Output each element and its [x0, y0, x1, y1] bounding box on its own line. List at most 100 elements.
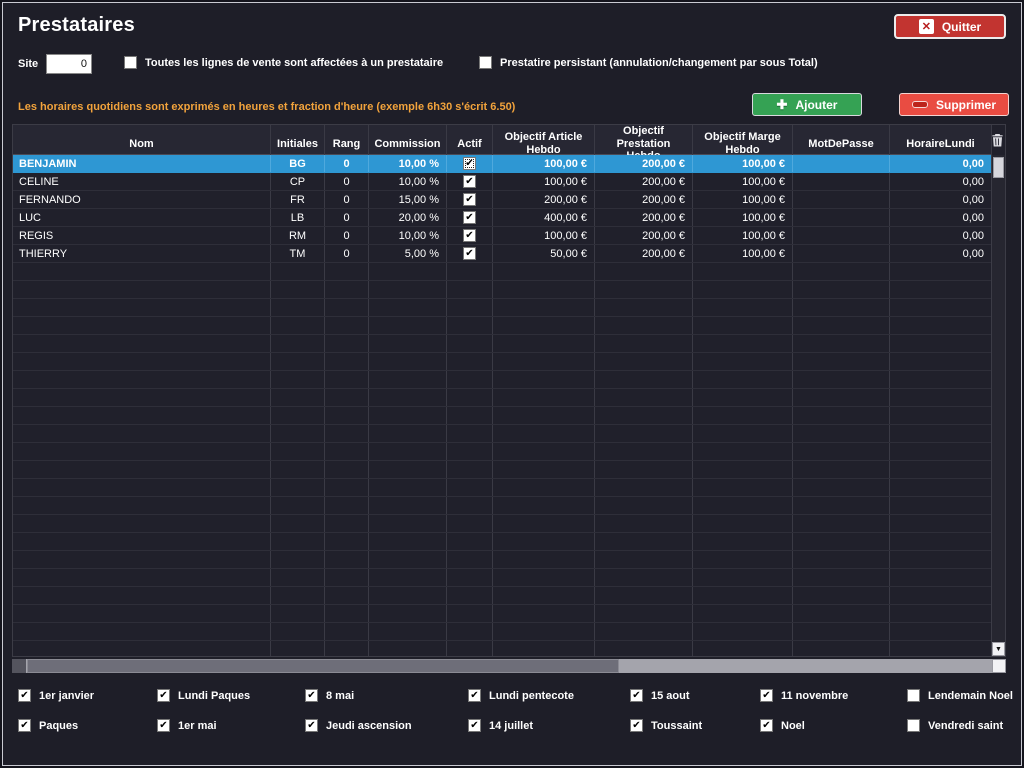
cell-obj_article[interactable] — [493, 353, 595, 370]
cell-commission[interactable]: 10,00 % — [369, 155, 447, 172]
cell-obj_prestation[interactable] — [595, 587, 693, 604]
cell-obj_article[interactable] — [493, 533, 595, 550]
checkbox-icon[interactable]: ✔ — [18, 689, 31, 702]
cell-initiales[interactable] — [271, 479, 325, 496]
table-row[interactable] — [13, 371, 992, 389]
cell-initiales[interactable] — [271, 605, 325, 622]
cell-horaire_lundi[interactable]: 0,00 — [890, 173, 992, 190]
cell-rang[interactable] — [325, 335, 369, 352]
cell-obj_article[interactable]: 200,00 € — [493, 191, 595, 208]
cell-obj_article[interactable] — [493, 569, 595, 586]
cell-initiales[interactable] — [271, 299, 325, 316]
cell-horaire_lundi[interactable] — [890, 605, 992, 622]
cell-obj_marge[interactable] — [693, 461, 793, 478]
cell-obj_marge[interactable] — [693, 425, 793, 442]
cell-horaire_lundi[interactable]: 0,00 — [890, 209, 992, 226]
checkbox-icon[interactable]: ✔ — [305, 689, 318, 702]
cell-commission[interactable] — [369, 605, 447, 622]
cell-obj_article[interactable]: 50,00 € — [493, 245, 595, 262]
cell-actif[interactable] — [447, 389, 493, 406]
cell-rang[interactable] — [325, 497, 369, 514]
table-row[interactable]: BENJAMINBG010,00 %✔100,00 €200,00 €100,0… — [13, 155, 992, 173]
cell-obj_prestation[interactable]: 200,00 € — [595, 173, 693, 190]
cell-rang[interactable] — [325, 605, 369, 622]
cell-obj_prestation[interactable] — [595, 389, 693, 406]
cell-actif[interactable]: ✔ — [447, 209, 493, 226]
cell-horaire_lundi[interactable] — [890, 479, 992, 496]
table-row[interactable] — [13, 623, 992, 641]
cell-motdepasse[interactable] — [793, 497, 890, 514]
cell-obj_article[interactable] — [493, 443, 595, 460]
cell-initiales[interactable] — [271, 281, 325, 298]
checkbox-icon[interactable]: ✔ — [760, 689, 773, 702]
cell-obj_article[interactable] — [493, 263, 595, 280]
cell-obj_marge[interactable]: 100,00 € — [693, 191, 793, 208]
cell-actif[interactable] — [447, 407, 493, 424]
cell-initiales[interactable]: TM — [271, 245, 325, 262]
cell-actif[interactable] — [447, 533, 493, 550]
cell-rang[interactable]: 0 — [325, 155, 369, 172]
cell-nom[interactable] — [13, 479, 271, 496]
cell-rang[interactable] — [325, 317, 369, 334]
cell-horaire_lundi[interactable] — [890, 263, 992, 280]
cell-obj_article[interactable] — [493, 587, 595, 604]
cell-commission[interactable] — [369, 515, 447, 532]
cell-commission[interactable] — [369, 281, 447, 298]
cell-actif[interactable]: ✔ — [447, 227, 493, 244]
quit-button[interactable]: ✕ Quitter — [894, 14, 1006, 39]
cell-motdepasse[interactable] — [793, 371, 890, 388]
cell-motdepasse[interactable] — [793, 263, 890, 280]
cell-obj_marge[interactable] — [693, 281, 793, 298]
cell-actif[interactable] — [447, 605, 493, 622]
cell-obj_article[interactable] — [493, 623, 595, 640]
cell-obj_prestation[interactable] — [595, 281, 693, 298]
cell-actif[interactable] — [447, 371, 493, 388]
cell-rang[interactable] — [325, 551, 369, 568]
cell-commission[interactable]: 20,00 % — [369, 209, 447, 226]
scroll-down-button[interactable]: ▼ — [992, 642, 1005, 656]
cell-obj_article[interactable]: 100,00 € — [493, 227, 595, 244]
cell-actif[interactable] — [447, 641, 493, 657]
cell-nom[interactable] — [13, 533, 271, 550]
cell-motdepasse[interactable] — [793, 587, 890, 604]
cell-rang[interactable] — [325, 569, 369, 586]
cell-motdepasse[interactable] — [793, 569, 890, 586]
cell-obj_prestation[interactable]: 200,00 € — [595, 191, 693, 208]
cell-initiales[interactable] — [271, 443, 325, 460]
cell-obj_prestation[interactable] — [595, 317, 693, 334]
cell-obj_prestation[interactable] — [595, 407, 693, 424]
cell-nom[interactable] — [13, 425, 271, 442]
cell-nom[interactable] — [13, 353, 271, 370]
cell-rang[interactable]: 0 — [325, 191, 369, 208]
cell-initiales[interactable] — [271, 263, 325, 280]
cell-rang[interactable] — [325, 407, 369, 424]
table-row[interactable] — [13, 605, 992, 623]
cell-horaire_lundi[interactable] — [890, 317, 992, 334]
cell-initiales[interactable] — [271, 407, 325, 424]
cell-horaire_lundi[interactable]: 0,00 — [890, 155, 992, 172]
cell-horaire_lundi[interactable] — [890, 371, 992, 388]
cell-rang[interactable] — [325, 641, 369, 657]
cell-rang[interactable] — [325, 533, 369, 550]
cell-obj_marge[interactable] — [693, 587, 793, 604]
checkbox-icon[interactable]: ✔ — [630, 689, 643, 702]
cell-commission[interactable]: 10,00 % — [369, 173, 447, 190]
cell-rang[interactable] — [325, 623, 369, 640]
actif-checkbox[interactable]: ✔ — [463, 157, 476, 170]
cell-horaire_lundi[interactable]: 0,00 — [890, 227, 992, 244]
cell-motdepasse[interactable] — [793, 245, 890, 262]
horizontal-scrollbar[interactable] — [12, 659, 1006, 673]
cell-obj_article[interactable] — [493, 551, 595, 568]
cell-obj_article[interactable] — [493, 479, 595, 496]
cell-actif[interactable] — [447, 425, 493, 442]
table-row[interactable]: CELINECP010,00 %✔100,00 €200,00 €100,00 … — [13, 173, 992, 191]
cell-initiales[interactable] — [271, 533, 325, 550]
cell-horaire_lundi[interactable] — [890, 497, 992, 514]
checkbox-icon[interactable]: ✔ — [157, 719, 170, 732]
cell-motdepasse[interactable] — [793, 533, 890, 550]
cell-nom[interactable]: THIERRY — [13, 245, 271, 262]
cell-actif[interactable]: ✔ — [447, 245, 493, 262]
cell-initiales[interactable]: BG — [271, 155, 325, 172]
cell-motdepasse[interactable] — [793, 281, 890, 298]
cell-rang[interactable]: 0 — [325, 173, 369, 190]
